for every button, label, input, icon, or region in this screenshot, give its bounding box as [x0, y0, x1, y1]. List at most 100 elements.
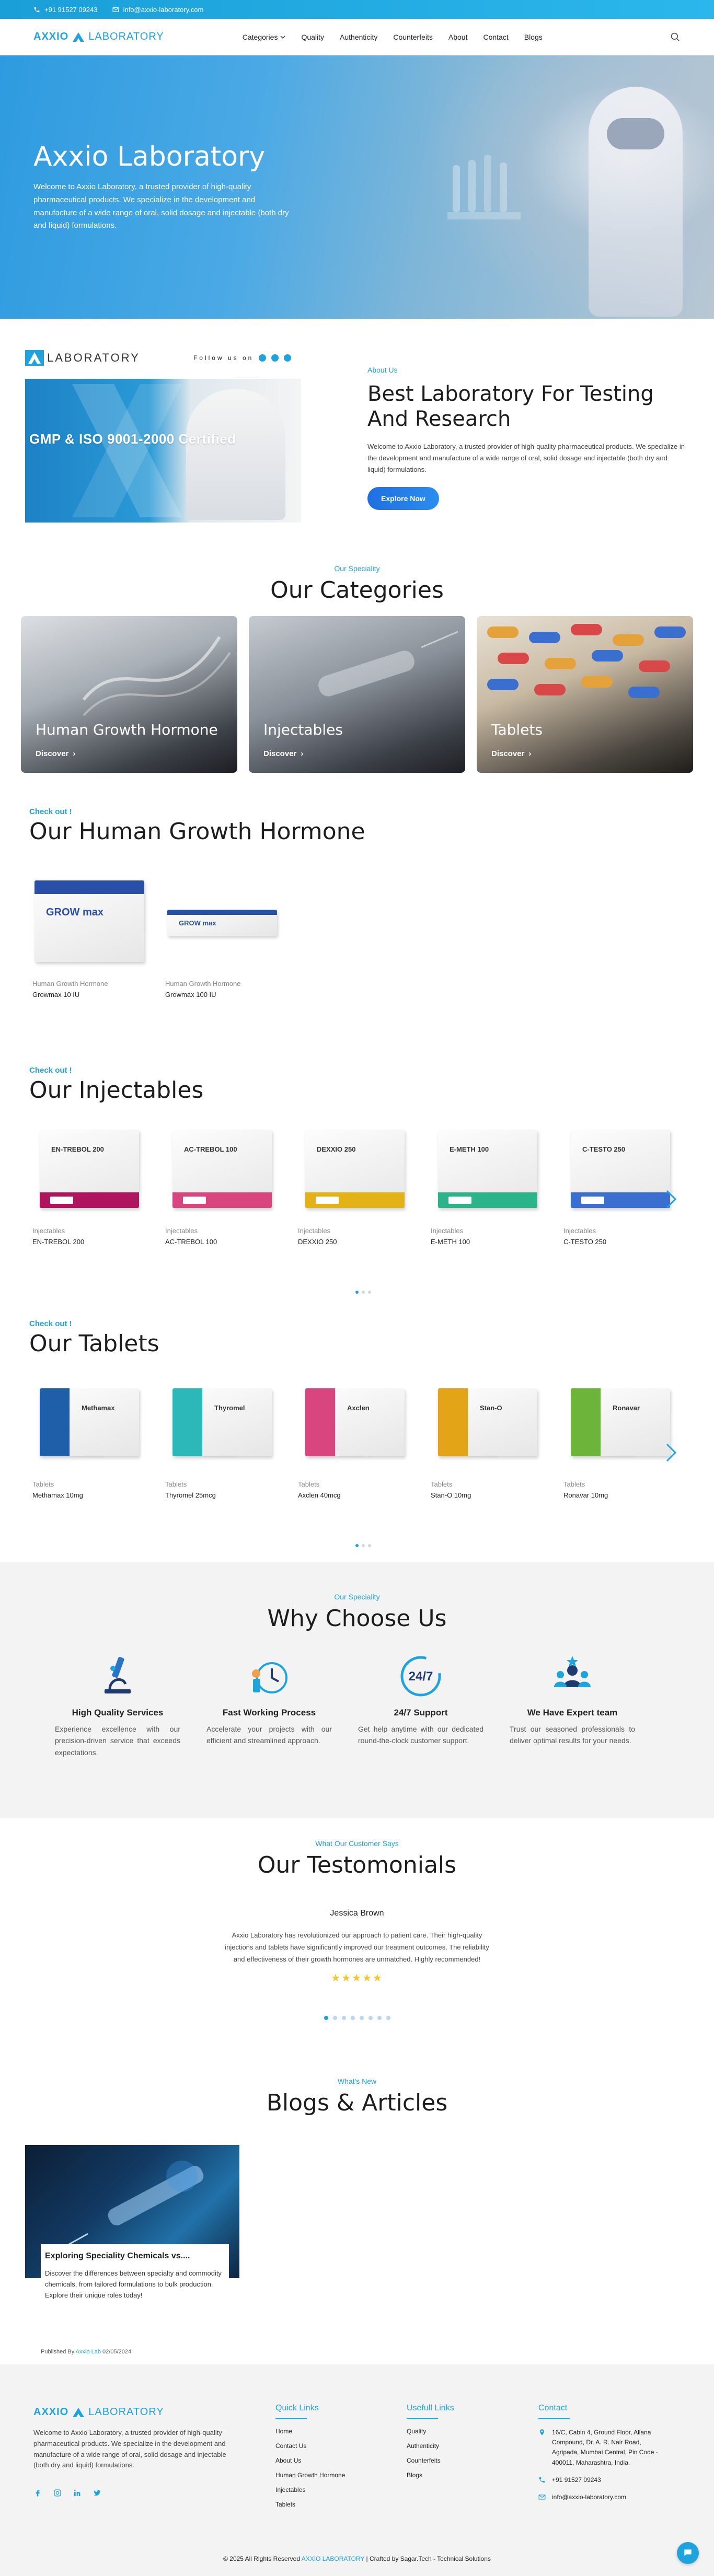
blog-author[interactable]: Axxio Lab: [76, 2349, 101, 2355]
product-card[interactable]: Thyromel Tablets Thyromel 25mcg: [165, 1378, 277, 1499]
product-card[interactable]: GROW max Human Growth Hormone Growmax 10…: [32, 877, 144, 999]
footer-link[interactable]: Tablets: [275, 2501, 345, 2508]
tablets-product-row: Methamax Tablets Methamax 10mg Thyromel Tab…: [32, 1378, 714, 1499]
blog-card[interactable]: Exploring Speciality Chemicals vs.... Di…: [25, 2145, 239, 2355]
discover-link[interactable]: Discover ›: [263, 749, 303, 758]
feature-list: High Quality Services Experience excelle…: [0, 1653, 714, 1758]
product-box-band: [305, 1388, 335, 1456]
chevron-right-icon[interactable]: [665, 1189, 677, 1210]
product-name[interactable]: Ronavar 10mg: [563, 1491, 675, 1499]
footer-logo[interactable]: AXXIO LABORATORY: [33, 2406, 232, 2418]
carousel-dot[interactable]: [377, 2016, 382, 2021]
discover-link[interactable]: Discover ›: [36, 749, 75, 758]
carousel-dot[interactable]: [368, 1544, 371, 1547]
carousel-dot[interactable]: [355, 1291, 359, 1294]
product-card[interactable]: GROW max Human Growth Hormone Growmax 10…: [165, 877, 277, 999]
linkedin-icon[interactable]: [284, 354, 292, 362]
product-card[interactable]: Ronavar Tablets Ronavar 10mg: [563, 1378, 675, 1499]
blog-title[interactable]: Exploring Speciality Chemicals vs....: [45, 2252, 225, 2261]
nav-item-counterfeits[interactable]: Counterfeits: [393, 33, 432, 41]
carousel-dot[interactable]: [368, 2016, 373, 2021]
instagram-icon[interactable]: [53, 2489, 62, 2497]
product-name[interactable]: Growmax 100 IU: [165, 991, 277, 999]
footer-link[interactable]: Quality: [407, 2428, 454, 2435]
carousel-dot[interactable]: [332, 2016, 337, 2021]
carousel-dot[interactable]: [362, 1544, 365, 1547]
certification-badge: GMP & ISO 9001-2000 Certified: [29, 431, 236, 447]
category-card-hgh[interactable]: Human Growth Hormone Discover ›: [21, 616, 237, 773]
product-card[interactable]: DEXXIO 250 Injectables DEXXIO 250: [298, 1124, 410, 1246]
product-card[interactable]: Methamax Tablets Methamax 10mg: [32, 1378, 144, 1499]
footer-link[interactable]: Blogs: [407, 2471, 454, 2479]
twitter-icon[interactable]: [93, 2489, 101, 2497]
product-name[interactable]: DEXXIO 250: [298, 1238, 410, 1246]
footer-link[interactable]: Contact Us: [275, 2442, 345, 2450]
carousel-dot[interactable]: [350, 2016, 355, 2021]
product-card[interactable]: AC-TREBOL 100 Injectables AC-TREBOL 100: [165, 1124, 277, 1246]
feature-text: Trust our seasoned professionals to deli…: [510, 1725, 635, 1745]
carousel-dots: [355, 1291, 371, 1294]
search-icon[interactable]: [670, 32, 681, 42]
product-name[interactable]: AC-TREBOL 100: [165, 1238, 277, 1246]
why-eyebrow: Our Speciality: [334, 1593, 380, 1601]
facebook-icon[interactable]: [33, 2489, 42, 2497]
product-card[interactable]: EN-TREBOL 200 Injectables EN-TREBOL 200: [32, 1124, 144, 1246]
nav-item-about[interactable]: About: [448, 33, 468, 41]
copyright-brand[interactable]: AXXIO LABORATORY: [302, 2555, 365, 2562]
logo-mark-icon: [73, 32, 85, 42]
footer-link[interactable]: Home: [275, 2428, 345, 2435]
carousel-dot[interactable]: [341, 2016, 346, 2021]
product-card[interactable]: E-METH 100 Injectables E-METH 100: [431, 1124, 543, 1246]
nav-item-contact[interactable]: Contact: [483, 33, 508, 41]
hero-scientist-mask: [607, 118, 664, 149]
footer-link[interactable]: Injectables: [275, 2486, 345, 2493]
carousel-dot[interactable]: [355, 1544, 359, 1547]
carousel-dot[interactable]: [368, 1291, 371, 1294]
instagram-icon[interactable]: [259, 354, 267, 362]
footer-link[interactable]: About Us: [275, 2457, 345, 2464]
product-name[interactable]: Thyromel 25mcg: [165, 1491, 277, 1499]
nav-item-blogs[interactable]: Blogs: [524, 33, 543, 41]
chat-button[interactable]: [677, 2542, 699, 2564]
facebook-icon[interactable]: [271, 354, 279, 362]
carousel-dot[interactable]: [362, 1291, 365, 1294]
product-name[interactable]: Methamax 10mg: [32, 1491, 144, 1499]
nav-item-authenticity[interactable]: Authenticity: [340, 33, 377, 41]
contact-email[interactable]: info@axxio-laboratory.com: [538, 2492, 664, 2502]
contact-phone[interactable]: +91 91527 09243: [538, 2475, 664, 2485]
product-name[interactable]: C-TESTO 250: [563, 1238, 675, 1246]
chevron-right-icon[interactable]: [665, 1442, 677, 1463]
top-bar: +91 91527 09243 info@axxio-laboratory.co…: [0, 0, 714, 19]
why-header: Our Speciality Why Choose Us: [0, 1593, 714, 1632]
product-name[interactable]: Growmax 10 IU: [32, 991, 144, 999]
category-cards: Human Growth Hormone Discover › Injectabl…: [0, 616, 714, 773]
nav-item-quality[interactable]: Quality: [301, 33, 324, 41]
footer-link[interactable]: Authenticity: [407, 2442, 454, 2450]
discover-link[interactable]: Discover ›: [491, 749, 531, 758]
checkout-label: Check out !: [29, 1319, 72, 1328]
topbar-phone[interactable]: +91 91527 09243: [33, 6, 98, 14]
product-image: GROW max: [32, 877, 144, 966]
topbar-email[interactable]: info@axxio-laboratory.com: [112, 6, 203, 14]
carousel-dot[interactable]: [324, 2016, 328, 2021]
carousel-dot[interactable]: [359, 2016, 364, 2021]
product-card[interactable]: Stan-O Tablets Stan-O 10mg: [431, 1378, 543, 1499]
nav-item-categories[interactable]: Categories: [243, 33, 286, 41]
explore-now-button[interactable]: Explore Now: [367, 487, 439, 510]
footer-link[interactable]: Human Growth Hormone: [275, 2471, 345, 2479]
product-name[interactable]: Axclen 40mcg: [298, 1491, 410, 1499]
product-name[interactable]: E-METH 100: [431, 1238, 543, 1246]
product-box: Stan-O: [438, 1388, 537, 1456]
category-card-tablets[interactable]: Tablets Discover ›: [477, 616, 693, 773]
category-card-injectables[interactable]: Injectables Discover ›: [249, 616, 465, 773]
footer-link[interactable]: Counterfeits: [407, 2457, 454, 2464]
site-logo[interactable]: AXXIO LABORATORY: [33, 31, 164, 43]
feature-item: Fast Working Process Accelerate your pro…: [193, 1653, 345, 1758]
carousel-dot[interactable]: [386, 2016, 390, 2021]
linkedin-icon[interactable]: [73, 2489, 82, 2497]
product-card[interactable]: C-TESTO 250 Injectables C-TESTO 250: [563, 1124, 675, 1246]
product-card[interactable]: Axclen Tablets Axclen 40mcg: [298, 1378, 410, 1499]
product-name[interactable]: EN-TREBOL 200: [32, 1238, 144, 1246]
product-name[interactable]: Stan-O 10mg: [431, 1491, 543, 1499]
logo-secondary: LABORATORY: [88, 31, 164, 42]
